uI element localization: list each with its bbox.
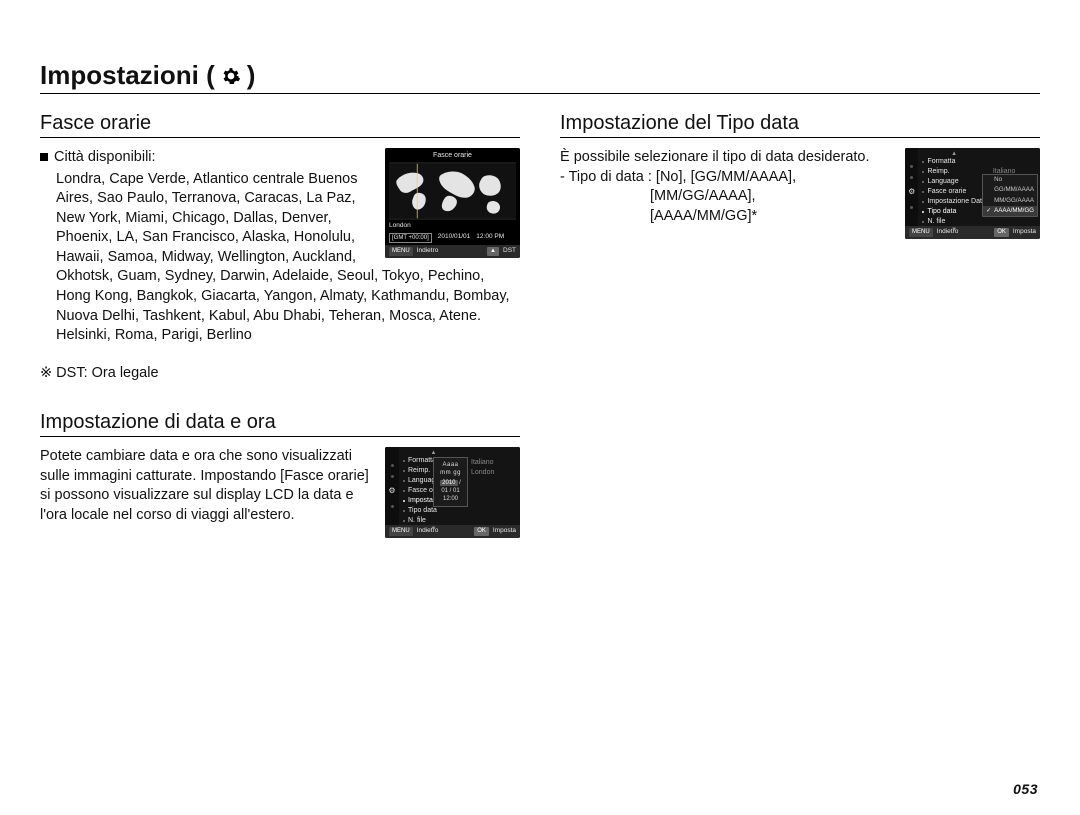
cities-label: Città disponibili: [54, 148, 156, 168]
data-ora-body: ⚙ ▲ Formatta Reimp. Language Fasce orari… [40, 447, 520, 525]
fasce-orarie-body: Fasce orarie [40, 148, 520, 383]
ok-chip-icon[interactable]: OK [474, 527, 489, 536]
tipo-data-body: ⚙ ▲ Formatta Reimp. Language Fasce orari… [560, 148, 1040, 226]
square-bullet-icon [40, 153, 48, 161]
shot3-item[interactable]: Fasce orarie [927, 187, 966, 196]
shot3-item[interactable]: Language [927, 177, 958, 186]
date-type-popup: No GG/MM/AAAA MM/GG/AAAA ✓AAAA/MM/GG [982, 174, 1038, 217]
section-fasce-orarie-title: Fasce orarie [40, 112, 520, 138]
page-title-prefix: Impostazioni ( [40, 60, 215, 91]
shot1-back-label: Indietro [417, 247, 439, 256]
shot1-dst-label: DST [503, 247, 516, 256]
shot1-title: Fasce orarie [385, 148, 520, 162]
section-tipo-data-title: Impostazione del Tipo data [560, 112, 1040, 138]
shot1-time: 12:00 PM [476, 233, 504, 243]
shot3-item[interactable]: Impostazione Data [927, 197, 985, 206]
shot3-item[interactable]: N. file [927, 217, 945, 226]
gear-icon [221, 66, 241, 86]
date-edit-label: Aaaa mm gg [438, 461, 463, 477]
page: Impostazioni ( ) Fasce orarie Fasce orar… [0, 0, 1080, 815]
shot1-city: London [389, 222, 411, 231]
up-chip-icon[interactable]: ▲ [487, 247, 499, 256]
shot1-date: 2010/01/01 [438, 233, 471, 243]
chevron-down-icon: ▼ [922, 227, 985, 233]
date-type-option-selected[interactable]: ✓AAAA/MM/GG [983, 206, 1037, 216]
date-edit-value[interactable]: 2010 / 01 / 01 12:00 [438, 479, 463, 503]
shot1-footer: MENU Indietro ▲ DST [385, 245, 520, 258]
screenshot-date-type: ⚙ ▲ Formatta Reimp. Language Fasce orari… [905, 148, 1040, 239]
shot2-val: London [471, 468, 494, 477]
date-edit-popup: Aaaa mm gg 2010 / 01 / 01 12:00 [433, 457, 468, 507]
shot2-item[interactable]: Reimp. [408, 466, 430, 475]
right-column: Impostazione del Tipo data ⚙ ▲ Formatta … [560, 108, 1040, 542]
shot3-item[interactable]: Formatta [927, 157, 955, 166]
date-type-option[interactable]: No [983, 175, 1037, 185]
data-ora-text: Potete cambiare data e ora che sono visu… [40, 448, 369, 523]
ok-chip-icon[interactable]: OK [994, 228, 1009, 237]
date-edit-year[interactable]: 2010 [440, 480, 457, 486]
page-number: 053 [1013, 781, 1038, 797]
shot2-item[interactable]: N. file [408, 516, 426, 525]
dst-note: ※ DST: Ora legale [40, 364, 520, 384]
chevron-down-icon: ▼ [403, 526, 464, 532]
screenshot-date-time: ⚙ ▲ Formatta Reimp. Language Fasce orari… [385, 447, 520, 538]
page-title-row: Impostazioni ( ) [40, 60, 1040, 94]
shot1-gmt: [GMT +00:00] [389, 233, 432, 243]
page-title-suffix: ) [247, 60, 256, 91]
gear-icon: ⚙ [388, 486, 395, 497]
world-map-icon [389, 162, 516, 220]
date-type-option[interactable]: GG/MM/AAAA [983, 185, 1037, 195]
shot2-item[interactable]: Formatta [408, 456, 436, 465]
shot3-ok-label: Imposta [1013, 228, 1036, 237]
left-column: Fasce orarie Fasce orarie [40, 108, 520, 542]
shot2-val: Italiano [471, 458, 494, 467]
shot2-ok-label: Imposta [493, 527, 516, 536]
shot3-tabstrip: ⚙ [905, 148, 918, 226]
shot2-tabstrip: ⚙ [385, 447, 399, 525]
shot3-item[interactable]: Tipo data [927, 207, 956, 216]
screenshot-timezone: Fasce orarie [385, 148, 520, 258]
shot1-info: London [385, 220, 520, 233]
gear-icon: ⚙ [908, 187, 915, 198]
check-icon: ✓ [986, 207, 992, 215]
section-data-ora-title: Impostazione di data e ora [40, 411, 520, 437]
cities-label-row: Città disponibili: [40, 148, 377, 168]
shot3-item[interactable]: Reimp. [927, 167, 949, 176]
menu-chip-icon[interactable]: MENU [389, 247, 413, 256]
shot2-item[interactable]: Tipo data [408, 506, 437, 515]
date-type-option[interactable]: MM/GG/AAAA [983, 196, 1037, 206]
shot1-info2: [GMT +00:00] 2010/01/01 12:00 PM [385, 233, 520, 245]
columns: Fasce orarie Fasce orarie [40, 108, 1040, 542]
